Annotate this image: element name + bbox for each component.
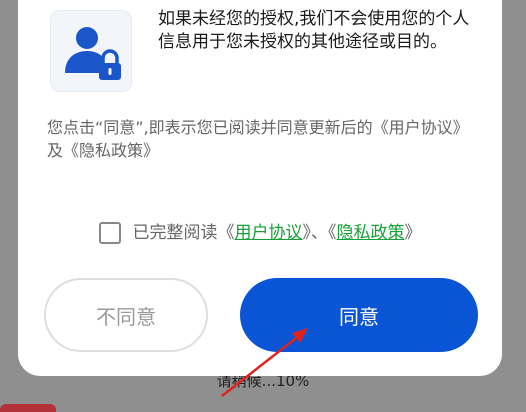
agreement-row: 已完整阅读《用户协议》、《隐私政策》 — [18, 219, 502, 247]
agree-button[interactable]: 同意 — [240, 278, 478, 352]
background-red-tab — [0, 404, 56, 412]
agreement-checkbox[interactable] — [98, 222, 121, 244]
user-agreement-link[interactable]: 用户协议 — [235, 223, 303, 243]
disagree-button[interactable]: 不同意 — [44, 278, 208, 352]
privacy-policy-link[interactable]: 隐私政策 — [337, 223, 405, 243]
permission-notice: 如果未经您的授权,我们不会使用您的个人信息用于您未授权的其他途径或目的。 — [158, 9, 470, 52]
agreement-middle: 》、《 — [302, 223, 337, 243]
consent-notice: 您点击“同意”,即表示您已阅读并同意更新后的《用户协议》及《隐私政策》 — [47, 118, 469, 160]
agreement-suffix: 》 — [404, 223, 422, 243]
scroll-fade — [18, 180, 502, 214]
user-lock-icon — [50, 10, 132, 92]
agreement-prefix: 已完整阅读《 — [132, 223, 235, 243]
privacy-dialog: 如果未经您的授权,我们不会使用您的个人信息用于您未授权的其他途径或目的。 您点击… — [18, 0, 502, 376]
